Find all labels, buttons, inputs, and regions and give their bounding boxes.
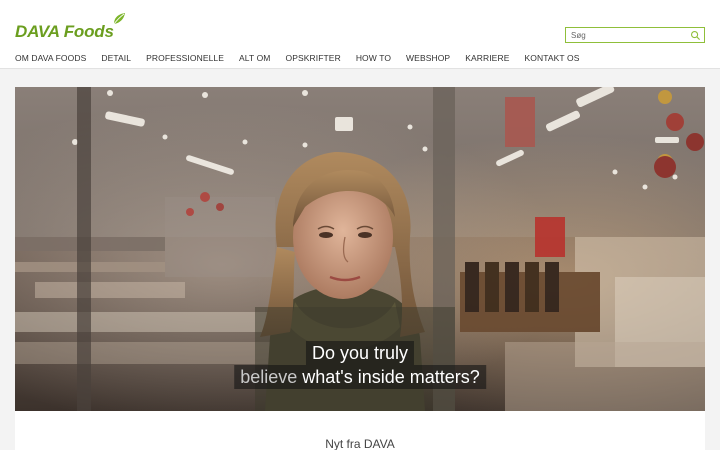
nav-item-kontakt-os[interactable]: KONTAKT OS bbox=[524, 53, 579, 63]
video-subtitle-line2: believe what's inside matters? bbox=[234, 365, 486, 389]
subtitle-dim-word: believe bbox=[240, 367, 298, 387]
news-section: Nyt fra DAVA bbox=[15, 411, 705, 450]
nav-item-om-dava-foods[interactable]: OM DAVA FOODS bbox=[15, 53, 86, 63]
video-subtitle-line1: Do you truly bbox=[305, 341, 415, 365]
brand-name: DAVA Foods bbox=[15, 22, 114, 41]
leaf-icon bbox=[113, 13, 125, 25]
subtitle-rest: what's inside matters? bbox=[297, 367, 480, 387]
main-nav: OM DAVA FOODS DETAIL PROFESSIONELLE ALT … bbox=[15, 53, 594, 63]
brand-logo[interactable]: DAVA Foods bbox=[15, 12, 126, 42]
hero-video[interactable]: Do you truly believe what's inside matte… bbox=[15, 87, 705, 411]
nav-item-professionelle[interactable]: PROFESSIONELLE bbox=[146, 53, 224, 63]
search-icon[interactable] bbox=[690, 30, 701, 41]
search-input[interactable] bbox=[566, 28, 686, 42]
nav-item-how-to[interactable]: HOW TO bbox=[356, 53, 391, 63]
nav-item-alt-om[interactable]: ALT OM bbox=[239, 53, 270, 63]
site-header: DAVA Foods OM DAVA FOODS DETAIL PROFESSI… bbox=[0, 0, 720, 69]
news-title: Nyt fra DAVA bbox=[325, 437, 395, 450]
nav-item-detail[interactable]: DETAIL bbox=[101, 53, 131, 63]
nav-item-opskrifter[interactable]: OPSKRIFTER bbox=[286, 53, 341, 63]
nav-item-karriere[interactable]: KARRIERE bbox=[465, 53, 509, 63]
search-box bbox=[565, 27, 705, 43]
nav-item-webshop[interactable]: WEBSHOP bbox=[406, 53, 450, 63]
